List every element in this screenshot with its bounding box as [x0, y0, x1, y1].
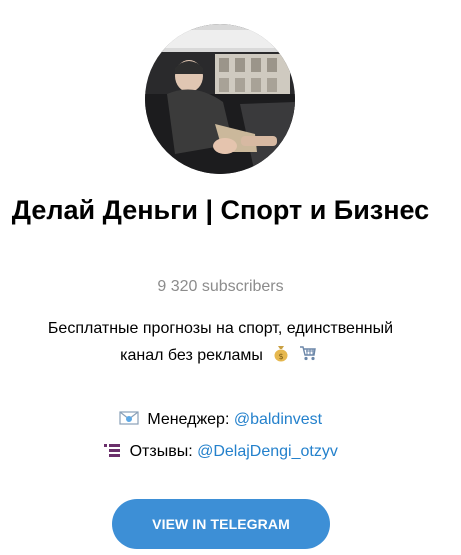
manager-link[interactable]: @baldinvest: [234, 411, 322, 428]
channel-description: Бесплатные прогнозы на спорт, единственн…: [0, 315, 441, 371]
list-icon: [103, 442, 121, 466]
channel-preview-page: Делай Деньги | Спорт и Бизнес 9 320 subs…: [0, 0, 461, 555]
manager-contact: Менеджер: @baldinvest: [0, 408, 441, 434]
channel-title: Делай Деньги | Спорт и Бизнес: [11, 195, 430, 225]
svg-text:$: $: [279, 352, 284, 361]
avatar-photo: [145, 24, 295, 174]
envelope-icon: [119, 410, 139, 434]
description-line-2: канал без рекламы: [120, 347, 263, 364]
reviews-contact: Отзывы: @DelajDengi_otzyv: [0, 440, 441, 466]
money-bag-icon: $: [272, 344, 290, 371]
view-in-telegram-button[interactable]: VIEW IN TELEGRAM: [112, 499, 330, 549]
channel-avatar: [145, 24, 295, 174]
subscriber-count: 9 320 subscribers: [157, 278, 284, 295]
description-line-2-wrapper: канал без рекламы $: [0, 342, 441, 371]
reviews-label: Отзывы:: [129, 443, 198, 460]
description-line-1: Бесплатные прогнозы на спорт, единственн…: [47, 320, 394, 337]
manager-label: Менеджер:: [147, 411, 234, 428]
shopping-cart-icon: [299, 344, 317, 371]
reviews-link[interactable]: @DelajDengi_otzyv: [197, 443, 338, 460]
